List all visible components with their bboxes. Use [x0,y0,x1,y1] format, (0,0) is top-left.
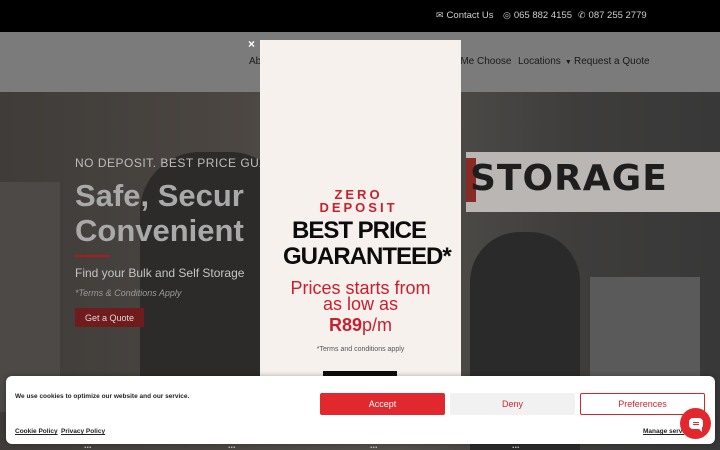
popup-price-amount: R89p/m [260,315,461,336]
storage-sign-text: STORAGE [470,158,668,199]
whatsapp-icon: ◎ [503,10,511,20]
hero-title-line-2: Convenient [75,213,244,248]
contact-us-label: Contact Us [446,10,494,21]
popup-price-unit: p/m [362,315,393,335]
chevron-down-icon: ▼ [564,59,572,66]
top-contact-bar: ✉ Contact Us ◎ 065 882 4155 ✆ 087 255 27… [0,0,720,32]
hero-terms: *Terms & Conditions Apply [75,288,182,298]
phone-number: 087 255 2779 [588,10,647,21]
popup-prices-text: Prices starts from as low as [260,279,461,314]
cookie-policy-link[interactable]: Cookie Policy [15,428,58,435]
hero-divider [75,255,109,257]
popup-close-button[interactable]: × [248,37,255,51]
contact-us-link[interactable]: ✉ Contact Us [436,10,494,21]
nav-item-request-quote[interactable]: Request a Quote [574,56,650,67]
nav-locations-label: Locations [518,56,561,67]
popup-terms: *Terms and conditions apply [316,346,405,353]
cookie-message: We use cookies to optimize our website a… [15,393,190,400]
nav-item-locations[interactable]: Locations ▼ [518,56,572,67]
hero-title: Safe, Secur Convenient [75,178,244,248]
cookie-consent-banner: We use cookies to optimize our website a… [6,376,715,444]
whatsapp-phone-link[interactable]: ◎ 065 882 4155 [503,10,572,21]
popup-prices-line-2: as low as [322,294,399,314]
manage-services-link[interactable]: Manage servi [643,428,684,435]
popup-deposit-text: DEPOSIT [319,200,398,215]
popup-guaranteed: GUARANTEED* [283,243,452,270]
popup-price-value: R89 [328,315,362,335]
hero-title-line-1: Safe, Secur [75,178,244,213]
phone-icon: ✆ [578,10,586,20]
cookie-deny-button[interactable]: Deny [450,393,575,415]
hero-tagline: Find your Bulk and Self Storage [75,266,245,280]
popup-best-price: BEST PRICE [292,217,427,244]
envelope-icon: ✉ [436,10,444,20]
phone-link[interactable]: ✆ 087 255 2779 [578,10,647,21]
live-chat-button[interactable] [680,408,711,439]
chat-bubble-icon [688,418,703,432]
cookie-accept-button[interactable]: Accept [320,393,445,415]
whatsapp-phone-number: 065 882 4155 [513,10,572,21]
hero-subheading: NO DEPOSIT. BEST PRICE GUARA [75,156,286,170]
get-a-quote-button[interactable]: Get a Quote [75,308,144,327]
promo-popup: ZERO DEPOSIT BEST PRICE GUARANTEED* Pric… [260,40,461,380]
privacy-policy-link[interactable]: Privacy Policy [61,428,105,435]
